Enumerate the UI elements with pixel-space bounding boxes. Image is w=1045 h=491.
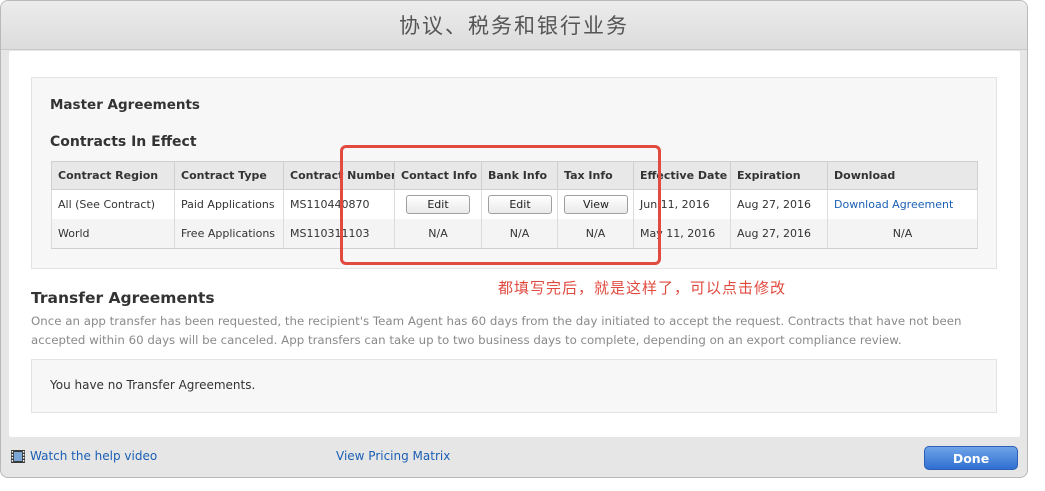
- film-icon: [11, 449, 25, 463]
- table-row: World Free Applications MS110311103 N/A …: [51, 219, 978, 249]
- column-header-bank: Bank Info: [481, 161, 558, 190]
- view-pricing-matrix-link[interactable]: View Pricing Matrix: [336, 449, 450, 463]
- cell-contact: N/A: [394, 219, 482, 249]
- cell-download: N/A: [827, 219, 978, 249]
- cell-type: Paid Applications: [174, 189, 284, 219]
- cell-region: All (See Contract): [51, 189, 175, 219]
- cell-tax: N/A: [557, 219, 634, 249]
- cell-expiration: Aug 27, 2016: [730, 189, 828, 219]
- column-header-download: Download: [827, 161, 978, 190]
- edit-contact-button[interactable]: Edit: [406, 195, 470, 214]
- table-header-row: Contract Region Contract Type Contract N…: [51, 161, 978, 190]
- view-tax-button[interactable]: View: [564, 195, 628, 214]
- column-header-effective: Effective Date: [633, 161, 731, 190]
- help-video-link-group[interactable]: Watch the help video: [11, 449, 157, 463]
- cell-expiration: Aug 27, 2016: [730, 219, 828, 249]
- column-header-tax: Tax Info: [557, 161, 634, 190]
- transfer-agreements-heading: Transfer Agreements: [31, 289, 215, 307]
- agreements-window: 协议、税务和银行业务 Master Agreements Contracts I…: [0, 0, 1028, 478]
- content-area: Master Agreements Contracts In Effect Co…: [9, 51, 1020, 437]
- cell-effective: May 11, 2016: [633, 219, 731, 249]
- table-row: All (See Contract) Paid Applications MS1…: [51, 189, 978, 219]
- done-button[interactable]: Done: [924, 446, 1018, 470]
- cell-contact: Edit: [394, 189, 482, 219]
- column-header-expiration: Expiration: [730, 161, 828, 190]
- annotation-text: 都填写完后，就是这样了，可以点击修改: [498, 279, 787, 297]
- column-header-region: Contract Region: [51, 161, 175, 190]
- cell-download: Download Agreement: [827, 189, 978, 219]
- master-agreements-heading: Master Agreements: [50, 97, 200, 113]
- cell-type: Free Applications: [174, 219, 284, 249]
- cell-region: World: [51, 219, 175, 249]
- cell-number: MS110440870: [283, 189, 395, 219]
- master-agreements-panel: Master Agreements Contracts In Effect Co…: [31, 77, 997, 269]
- download-agreement-link[interactable]: Download Agreement: [834, 198, 953, 211]
- no-transfer-message: You have no Transfer Agreements.: [50, 378, 256, 392]
- transfer-agreements-panel: You have no Transfer Agreements.: [31, 359, 997, 413]
- column-header-contact: Contact Info: [394, 161, 482, 190]
- window-title: 协议、税务和银行业务: [1, 1, 1027, 50]
- cell-number: MS110311103: [283, 219, 395, 249]
- cell-bank: Edit: [481, 189, 558, 219]
- column-header-type: Contract Type: [174, 161, 284, 190]
- cell-effective: Jun 11, 2016: [633, 189, 731, 219]
- contracts-in-effect-heading: Contracts In Effect: [50, 134, 197, 150]
- cell-bank: N/A: [481, 219, 558, 249]
- contracts-table: Contract Region Contract Type Contract N…: [51, 161, 978, 249]
- pricing-matrix-group: View Pricing Matrix: [336, 449, 450, 463]
- column-header-number: Contract Number: [283, 161, 395, 190]
- cell-tax: View: [557, 189, 634, 219]
- edit-bank-button[interactable]: Edit: [488, 195, 552, 214]
- watch-help-video-link[interactable]: Watch the help video: [30, 449, 157, 463]
- transfer-agreements-description: Once an app transfer has been requested,…: [31, 314, 962, 347]
